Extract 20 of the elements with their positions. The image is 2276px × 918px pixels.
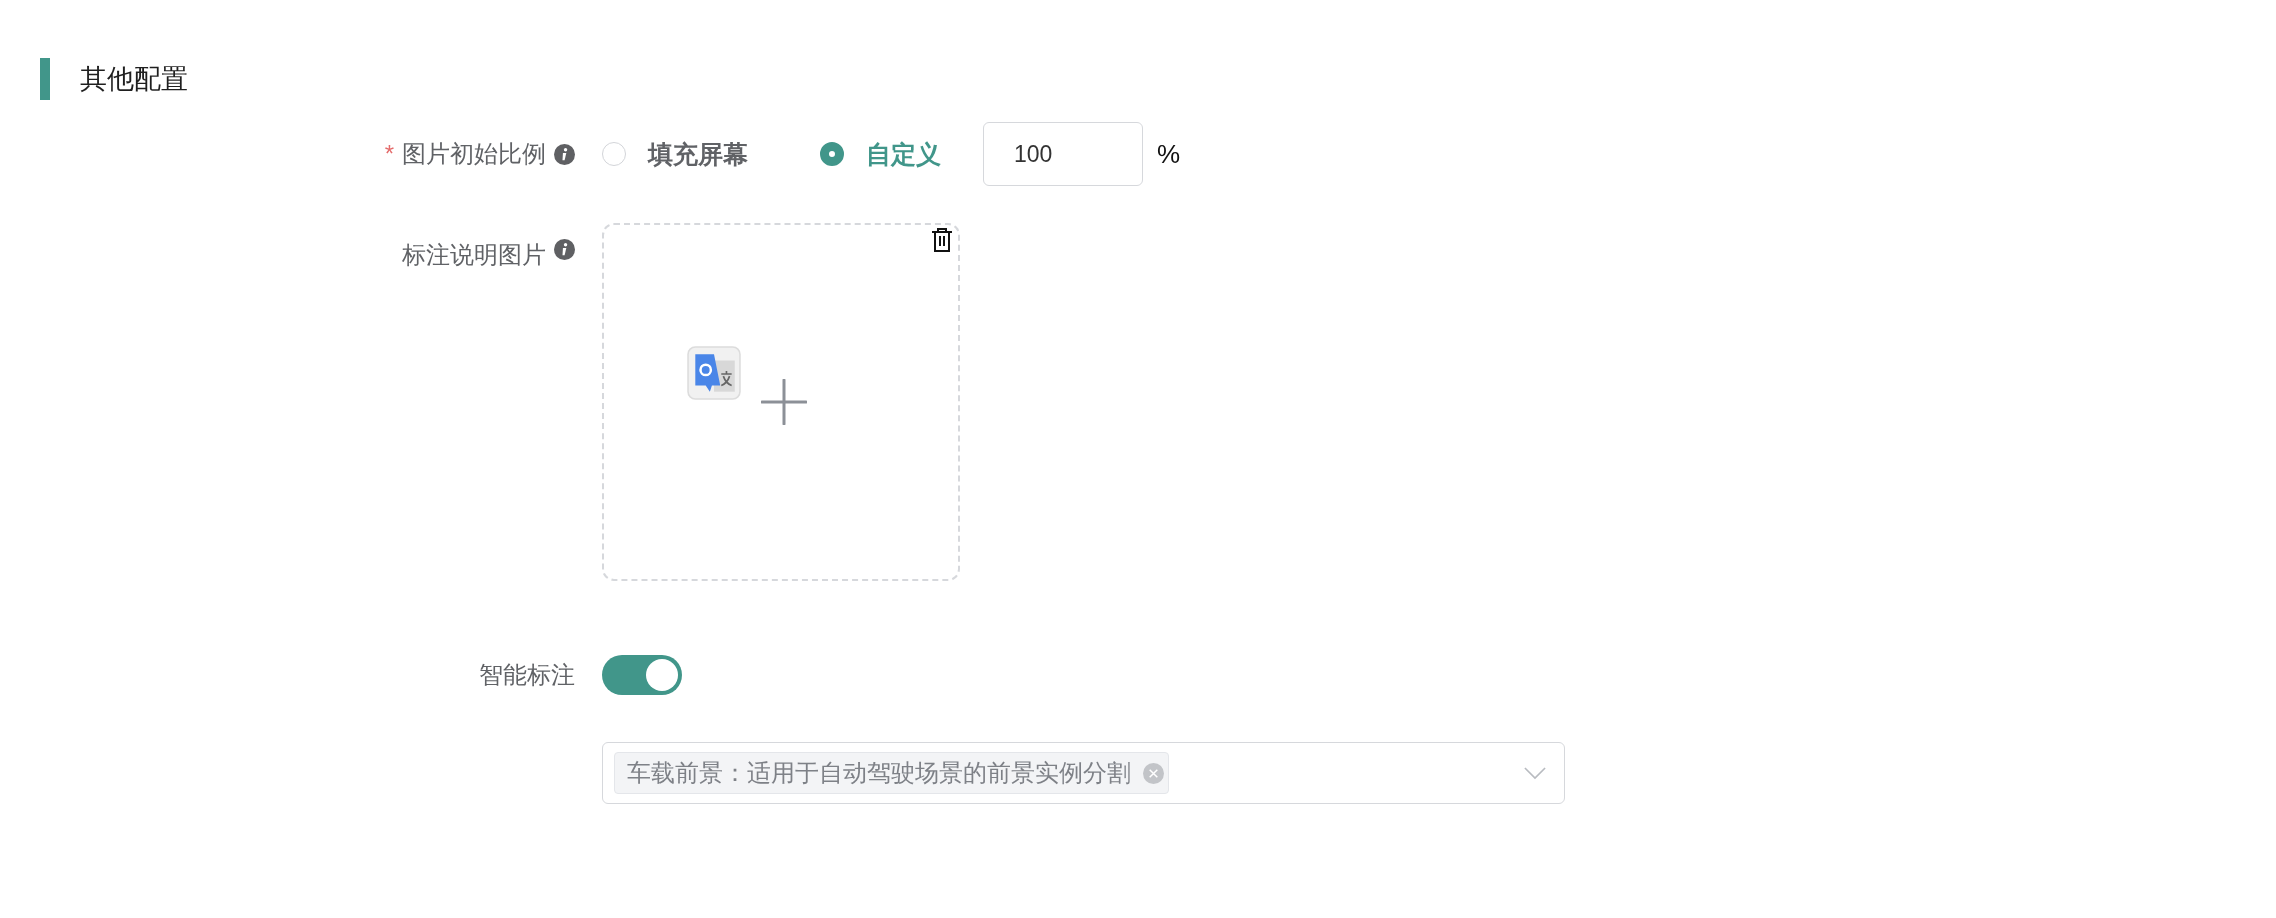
tag-label: 车载前景：适用于自动驾驶场景的前景实例分割: [627, 759, 1131, 788]
scale-input-field[interactable]: 100: [983, 122, 1143, 186]
toggle-switch[interactable]: [602, 655, 682, 695]
radio-option[interactable]: 填充屏幕: [602, 137, 748, 171]
section-title: 其他配置: [80, 63, 188, 96]
unit-label: %: [1157, 138, 1181, 170]
field-label: 标注说明图片: [402, 240, 546, 270]
field-label: 智能标注: [479, 660, 575, 690]
translate-icon[interactable]: [687, 346, 741, 400]
delete-icon[interactable]: [930, 227, 954, 253]
info-icon[interactable]: [554, 143, 575, 165]
model-select-field[interactable]: 车载前景：适用于自动驾驶场景的前景实例分割: [602, 742, 1565, 804]
radio-button[interactable]: [820, 142, 844, 166]
info-icon[interactable]: [554, 239, 575, 260]
radio-option[interactable]: 自定义: [820, 137, 941, 171]
required-asterisk: *: [384, 140, 394, 168]
section-accent-bar: [40, 58, 50, 100]
plus-icon: [761, 379, 807, 425]
dropdown-caret-icon[interactable]: [1524, 766, 1546, 780]
field-label: 图片初始比例: [402, 139, 546, 169]
